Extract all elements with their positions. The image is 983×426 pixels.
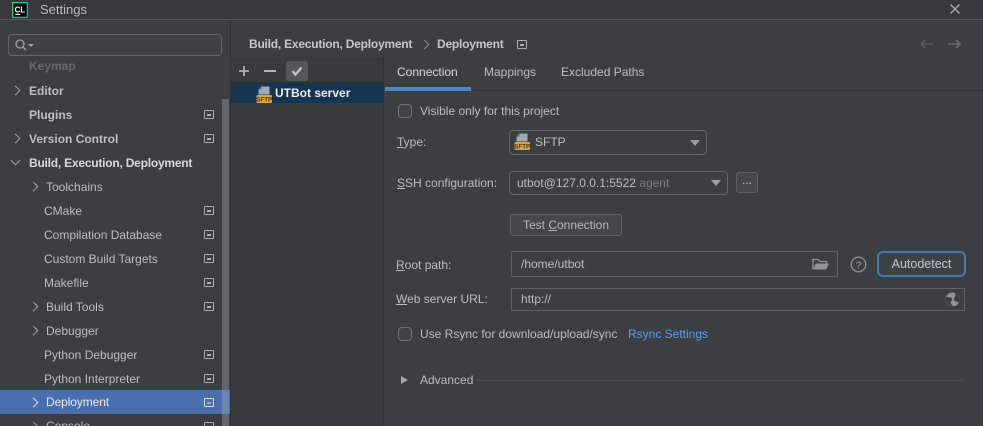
svg-text:SFTP: SFTP — [514, 143, 530, 150]
svg-text:CL: CL — [15, 6, 26, 15]
svg-text:SFTP: SFTP — [256, 96, 272, 103]
svg-text:?: ? — [856, 260, 862, 271]
